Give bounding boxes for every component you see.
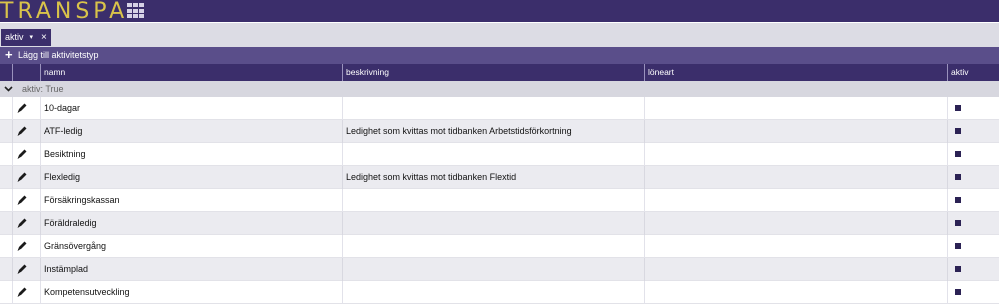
filter-tab-strip: aktiv ▾ × <box>0 22 999 47</box>
cell-namn: Gränsövergång <box>44 241 107 251</box>
cell-beskrivning: Ledighet som kvittas mot tidbanken Arbet… <box>346 126 572 136</box>
table-row[interactable]: Kompetensutveckling <box>0 281 999 304</box>
cell-loneart <box>645 166 945 189</box>
filter-tab-label: aktiv <box>5 32 24 42</box>
cell-beskrivning <box>343 212 643 235</box>
close-icon[interactable]: × <box>41 29 47 46</box>
cell-namn: ATF-ledig <box>44 126 83 136</box>
active-checkbox[interactable] <box>955 128 961 134</box>
grid-icon[interactable] <box>127 3 145 19</box>
table-header: namn beskrivning löneart aktiv <box>0 64 999 81</box>
pencil-icon[interactable] <box>16 263 28 275</box>
column-header-loneart[interactable]: löneart <box>644 64 947 81</box>
cell-loneart <box>645 235 945 258</box>
active-checkbox[interactable] <box>955 243 961 249</box>
cell-beskrivning <box>343 281 643 304</box>
group-label: aktiv: True <box>22 84 64 94</box>
active-checkbox[interactable] <box>955 151 961 157</box>
table-row[interactable]: Föräldraledig <box>0 212 999 235</box>
active-checkbox[interactable] <box>955 289 961 295</box>
table-row[interactable]: 10-dagar <box>0 97 999 120</box>
filter-tab-aktiv[interactable]: aktiv ▾ × <box>1 29 51 46</box>
pencil-icon[interactable] <box>16 171 28 183</box>
cell-namn: Flexledig <box>44 172 81 182</box>
cell-beskrivning <box>343 258 643 281</box>
active-checkbox[interactable] <box>955 220 961 226</box>
table-row[interactable]: Försäkringskassan <box>0 189 999 212</box>
pencil-icon[interactable] <box>16 217 28 229</box>
cell-loneart <box>645 120 945 143</box>
cell-beskrivning <box>343 235 643 258</box>
plus-icon[interactable]: + <box>5 47 13 63</box>
cell-loneart <box>645 189 945 212</box>
cell-loneart <box>645 281 945 304</box>
pencil-icon[interactable] <box>16 286 28 298</box>
cell-beskrivning: Ledighet som kvittas mot tidbanken Flext… <box>346 172 517 182</box>
active-checkbox[interactable] <box>955 105 961 111</box>
pencil-icon[interactable] <box>16 240 28 252</box>
cell-namn: Instämplad <box>44 264 89 274</box>
edit-column-header <box>12 64 40 81</box>
cell-beskrivning <box>343 143 643 166</box>
cell-namn: Försäkringskassan <box>44 195 120 205</box>
column-header-beskrivning[interactable]: beskrivning <box>342 64 644 81</box>
pencil-icon[interactable] <box>16 148 28 160</box>
table-row[interactable]: Gränsövergång <box>0 235 999 258</box>
active-checkbox[interactable] <box>955 197 961 203</box>
cell-loneart <box>645 258 945 281</box>
add-activity-type-button[interactable]: Lägg till aktivitetstyp <box>18 47 99 64</box>
cell-namn: Besiktning <box>44 149 86 159</box>
pencil-icon[interactable] <box>16 125 28 137</box>
table-row[interactable]: Instämplad <box>0 258 999 281</box>
cell-loneart <box>645 143 945 166</box>
column-header-aktiv[interactable]: aktiv <box>947 64 999 81</box>
table-row[interactable]: Besiktning <box>0 143 999 166</box>
pencil-icon[interactable] <box>16 102 28 114</box>
toolbar: + Lägg till aktivitetstyp <box>0 47 999 64</box>
active-checkbox[interactable] <box>955 266 961 272</box>
chevron-down-icon[interactable]: ▾ <box>30 29 34 46</box>
cell-namn: Föräldraledig <box>44 218 97 228</box>
cell-namn: Kompetensutveckling <box>44 287 130 297</box>
active-checkbox[interactable] <box>955 174 961 180</box>
cell-loneart <box>645 212 945 235</box>
cell-beskrivning <box>343 97 643 120</box>
cell-namn: 10-dagar <box>44 103 81 113</box>
chevron-down-icon[interactable] <box>4 82 13 98</box>
column-header-namn[interactable]: namn <box>40 64 342 81</box>
cell-beskrivning <box>343 189 643 212</box>
group-row-aktiv-true[interactable]: aktiv: True <box>0 81 999 97</box>
table-row[interactable]: Flexledig Ledighet som kvittas mot tidban… <box>0 166 999 189</box>
pencil-icon[interactable] <box>16 194 28 206</box>
top-bar: TRANSPA <box>0 0 999 24</box>
cell-loneart <box>645 97 945 120</box>
app-logo[interactable]: TRANSPA <box>0 0 128 24</box>
table-row[interactable]: ATF-ledig Ledighet som kvittas mot tidban… <box>0 120 999 143</box>
